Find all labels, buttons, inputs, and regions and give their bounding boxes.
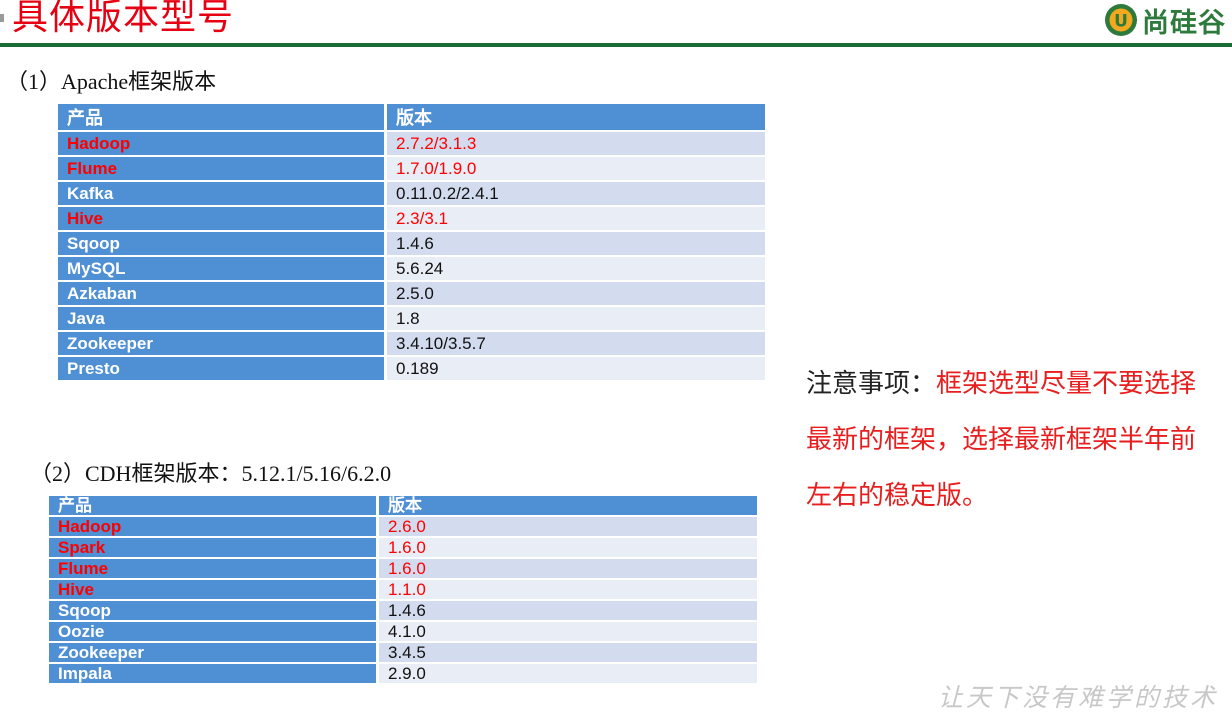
table-row: Azkaban 2.5.0: [58, 280, 765, 306]
table-row: Sqoop 1.4.6: [49, 599, 757, 621]
table-row: Impala 2.9.0: [49, 662, 757, 683]
product-cell: Java: [58, 305, 387, 331]
version-cell: 2.5.0: [385, 280, 765, 306]
table-row: Flume 1.7.0/1.9.0: [58, 155, 765, 181]
table-row: Spark 1.6.0: [49, 536, 757, 558]
logo-mark-letter: U: [1114, 12, 1128, 32]
section-cdh-heading: （2）CDH框架版本：5.12.1/5.16/6.2.0: [30, 461, 392, 486]
version-cell: 2.7.2/3.1.3: [385, 130, 765, 156]
product-cell: Zookeeper: [58, 330, 387, 356]
brand-logo: U 尚硅谷: [1104, 2, 1226, 39]
table-row: Sqoop 1.4.6: [58, 230, 765, 256]
version-cell: 2.3/3.1: [385, 205, 765, 231]
version-cell: 1.1.0: [377, 578, 757, 600]
logo-mark-icon: U: [1105, 4, 1137, 36]
product-cell: Sqoop: [58, 230, 387, 256]
product-cell: Spark: [49, 536, 379, 558]
product-cell: Sqoop: [49, 599, 379, 621]
table-row: Hive 1.1.0: [49, 578, 757, 600]
product-cell: Hadoop: [58, 130, 387, 156]
product-cell: Flume: [49, 557, 379, 579]
version-cell: 1.7.0/1.9.0: [385, 155, 765, 181]
product-cell: Impala: [49, 662, 379, 683]
table-row: Zookeeper 3.4.10/3.5.7: [58, 330, 765, 356]
version-cell: 1.8: [385, 305, 765, 331]
version-cell: 3.4.5: [377, 641, 757, 663]
table-row: Hive 2.3/3.1: [58, 205, 765, 231]
table-row: Presto 0.189: [58, 355, 765, 380]
version-cell: 4.1.0: [377, 620, 757, 642]
column-header-version: 版本: [377, 496, 757, 516]
product-cell: Kafka: [58, 180, 387, 206]
table-row: Zookeeper 3.4.5: [49, 641, 757, 663]
table-header-row: 产品 版本: [49, 496, 757, 516]
product-cell: Hadoop: [49, 515, 379, 537]
table-row: Oozie 4.1.0: [49, 620, 757, 642]
product-cell: MySQL: [58, 255, 387, 281]
version-cell: 0.11.0.2/2.4.1: [385, 180, 765, 206]
slogan-watermark: 让天下没有难学的技术: [937, 683, 1218, 712]
version-cell: 1.4.6: [377, 599, 757, 621]
column-header-product: 产品: [58, 104, 387, 131]
version-cell: 1.6.0: [377, 536, 757, 558]
table-row: Java 1.8: [58, 305, 765, 331]
table-row: Hadoop 2.7.2/3.1.3: [58, 130, 765, 156]
product-cell: Flume: [58, 155, 387, 181]
version-cell: 5.6.24: [385, 255, 765, 281]
product-cell: Hive: [49, 578, 379, 600]
version-cell: 2.9.0: [377, 662, 757, 683]
version-cell: 3.4.10/3.5.7: [385, 330, 765, 356]
cdh-version-table: 产品 版本 Hadoop 2.6.0 Spark 1.6.0 Flume 1.6.0 Hiv…: [49, 496, 757, 683]
section-apache-heading: （1）Apache框架版本: [6, 69, 217, 94]
product-cell: Presto: [58, 355, 387, 380]
apache-version-table: 产品 版本 Hadoop 2.7.2/3.1.3 Flume 1.7.0/1.9.0 K…: [58, 104, 765, 380]
product-cell: Azkaban: [58, 280, 387, 306]
logo-text: 尚硅谷: [1142, 7, 1226, 39]
version-cell: 1.4.6: [385, 230, 765, 256]
product-cell: Zookeeper: [49, 641, 379, 663]
version-cell: 0.189: [385, 355, 765, 380]
header-divider: [0, 43, 1232, 47]
page-title: 具体版本型号: [12, 0, 235, 38]
version-cell: 2.6.0: [377, 515, 757, 537]
product-cell: Oozie: [49, 620, 379, 642]
version-cell: 1.6.0: [377, 557, 757, 579]
column-header-version: 版本: [385, 104, 765, 131]
table-row: Kafka 0.11.0.2/2.4.1: [58, 180, 765, 206]
title-bullet: [0, 14, 4, 22]
table-row: MySQL 5.6.24: [58, 255, 765, 281]
table-header-row: 产品 版本: [58, 104, 765, 131]
column-header-product: 产品: [49, 496, 379, 516]
table-row: Flume 1.6.0: [49, 557, 757, 579]
product-cell: Hive: [58, 205, 387, 231]
note-prefix: 注意事项：: [806, 369, 937, 399]
note-text: 注意事项：框架选型尽量不要选择最新的框架，选择最新框架半年前左右的稳定版。: [806, 356, 1216, 524]
table-row: Hadoop 2.6.0: [49, 515, 757, 537]
